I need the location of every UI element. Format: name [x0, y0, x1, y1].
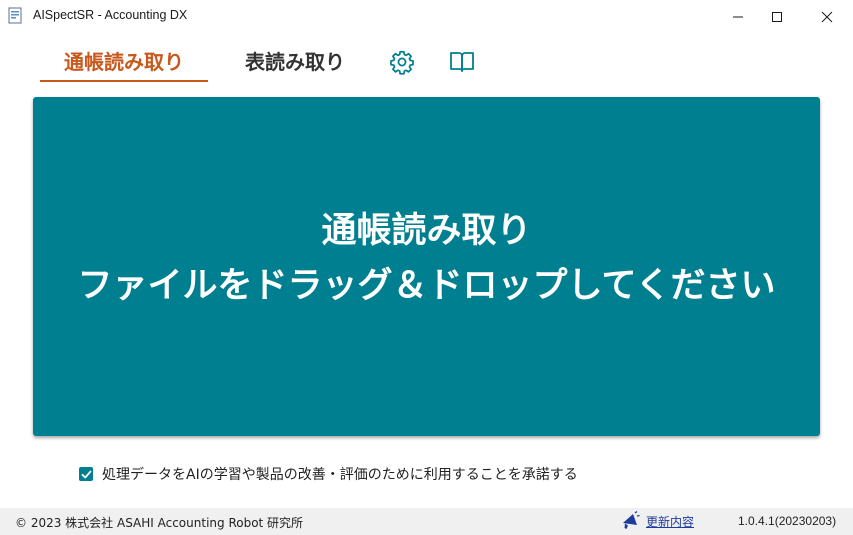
app-icon: [8, 7, 22, 24]
close-icon: [821, 11, 833, 22]
tab-table-reading[interactable]: 表読み取り: [232, 46, 358, 82]
consent-checkbox[interactable]: [79, 467, 93, 481]
window-title: AISpectSR - Accounting DX: [33, 8, 188, 22]
drop-zone-title: 通帳読み取り: [321, 210, 532, 251]
settings-button[interactable]: [388, 48, 416, 76]
consent-row[interactable]: 処理データをAIの学習や製品の改善・評価のために利用することを承諾する: [79, 464, 578, 484]
update-notes-link[interactable]: 更新内容: [620, 511, 694, 531]
tab-passbook-reading[interactable]: 通帳読み取り: [40, 46, 208, 82]
drop-zone-instruction: ファイルをドラッグ＆ドロップしてください: [77, 265, 776, 306]
close-button[interactable]: [804, 0, 850, 33]
manual-button[interactable]: [448, 48, 476, 76]
checkmark-icon: [81, 470, 91, 478]
maximize-button[interactable]: [754, 0, 800, 33]
update-notes-label: 更新内容: [646, 514, 695, 529]
app-window: AISpectSR - Accounting DX 通帳読み取り 表読み取り 通…: [0, 0, 853, 535]
megaphone-icon: [623, 511, 640, 529]
status-bar: © 2023 株式会社 ASAHI Accounting Robot 研究所 更…: [0, 508, 853, 535]
book-icon: [450, 52, 474, 72]
title-bar[interactable]: AISpectSR - Accounting DX: [0, 0, 853, 33]
version-text: 1.0.4.1(20230203): [738, 514, 837, 528]
minimize-icon: [733, 16, 743, 17]
copyright-text: © 2023 株式会社 ASAHI Accounting Robot 研究所: [15, 516, 304, 530]
gear-icon: [390, 50, 414, 75]
consent-label: 処理データをAIの学習や製品の改善・評価のために利用することを承諾する: [102, 467, 578, 483]
file-drop-zone[interactable]: 通帳読み取り ファイルをドラッグ＆ドロップしてください: [33, 97, 820, 436]
maximize-icon: [772, 11, 782, 22]
